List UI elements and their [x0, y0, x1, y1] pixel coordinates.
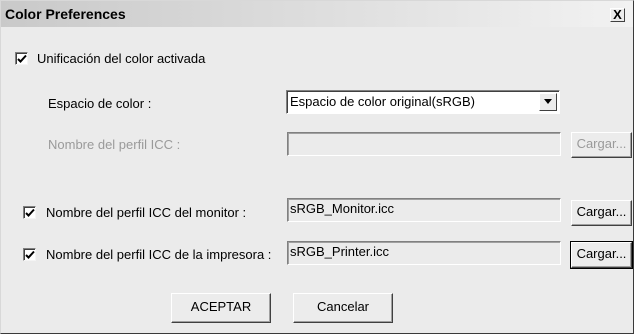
- close-icon: X: [613, 7, 622, 22]
- color-space-selected-value: Espacio de color original(sRGB): [290, 94, 475, 109]
- dialog-title: Color Preferences: [5, 6, 126, 22]
- color-space-dropdown-button[interactable]: [539, 93, 557, 111]
- accept-button[interactable]: ACEPTAR: [171, 293, 271, 323]
- color-space-select[interactable]: Espacio de color original(sRGB): [286, 90, 560, 114]
- checkmark-icon: [25, 250, 35, 259]
- printer-profile-checkbox[interactable]: [23, 248, 36, 261]
- monitor-profile-load-button[interactable]: Cargar...: [571, 200, 632, 226]
- cancel-button[interactable]: Cancelar: [293, 293, 393, 323]
- checkmark-icon: [17, 54, 27, 63]
- close-button[interactable]: X: [610, 8, 625, 22]
- color-unification-label: Unificación del color activada: [37, 51, 206, 66]
- title-bar[interactable]: Color Preferences X: [1, 1, 633, 27]
- chevron-down-icon: [544, 99, 552, 104]
- printer-profile-load-button[interactable]: Cargar...: [570, 241, 633, 269]
- icc-profile-load-button: Cargar...: [571, 132, 632, 158]
- checkmark-icon: [25, 208, 35, 217]
- icc-profile-field: [287, 132, 561, 156]
- printer-profile-label: Nombre del perfil ICC de la impresora :: [46, 247, 272, 262]
- icc-profile-label: Nombre del perfil ICC :: [48, 137, 181, 152]
- monitor-profile-label: Nombre del perfil ICC del monitor :: [46, 205, 247, 220]
- monitor-profile-field: sRGB_Monitor.icc: [287, 198, 561, 222]
- color-unification-checkbox[interactable]: [15, 52, 28, 65]
- color-preferences-dialog: Color Preferences X Unificación del colo…: [0, 0, 634, 334]
- printer-profile-field: sRGB_Printer.icc: [287, 241, 561, 265]
- monitor-profile-checkbox[interactable]: [23, 206, 36, 219]
- color-space-label: Espacio de color :: [48, 96, 152, 111]
